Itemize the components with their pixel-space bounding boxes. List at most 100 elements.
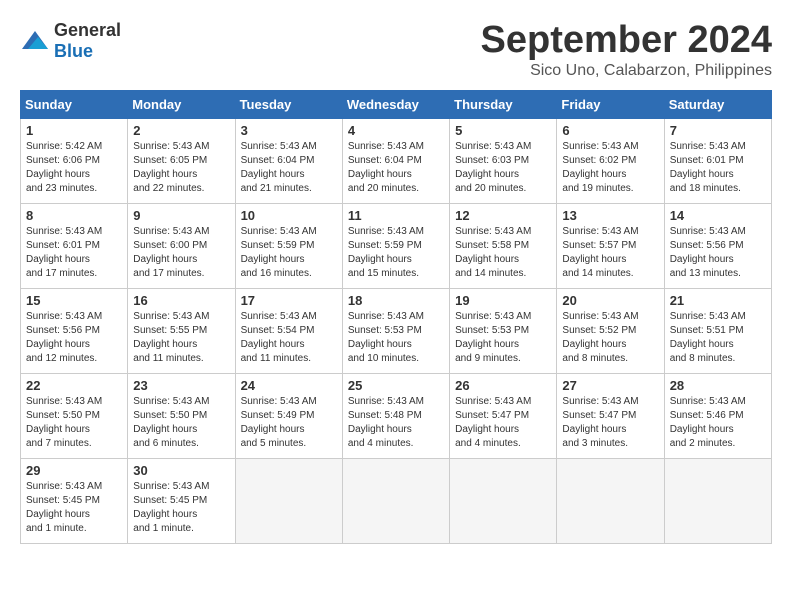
calendar-table: Sunday Monday Tuesday Wednesday Thursday…: [20, 90, 772, 544]
calendar-week-5: 29 Sunrise: 5:43 AMSunset: 5:45 PMDayligh…: [21, 458, 772, 543]
table-row: 20 Sunrise: 5:43 AMSunset: 5:52 PMDayligh…: [557, 288, 664, 373]
day-info: Sunrise: 5:43 AMSunset: 5:50 PMDaylight …: [26, 395, 122, 451]
table-row: 11Sunrise: 5:43 AMSunset: 5:59 PMDayligh…: [342, 203, 449, 288]
day-info: Sunrise: 5:42 AMSunset: 6:06 PMDaylight …: [26, 140, 122, 196]
day-info: Sunrise: 5:43 AMSunset: 5:46 PMDaylight …: [670, 395, 766, 451]
day-number: 3: [241, 123, 337, 138]
logo-general: General: [54, 20, 121, 40]
table-row: 14Sunrise: 5:43 AMSunset: 5:56 PMDayligh…: [664, 203, 771, 288]
month-title: September 2024: [481, 20, 773, 62]
day-number: 4: [348, 123, 444, 138]
day-number: 5: [455, 123, 551, 138]
day-number: 13: [562, 208, 658, 223]
day-info: Sunrise: 5:43 AMSunset: 5:59 PMDaylight …: [348, 225, 444, 281]
day-info: Sunrise: 5:43 AMSunset: 5:51 PMDaylight …: [670, 310, 766, 366]
table-row: 22 Sunrise: 5:43 AMSunset: 5:50 PMDayligh…: [21, 373, 128, 458]
calendar-week-4: 22 Sunrise: 5:43 AMSunset: 5:50 PMDayligh…: [21, 373, 772, 458]
table-row: 12 Sunrise: 5:43 AMSunset: 5:58 PMDayligh…: [450, 203, 557, 288]
day-info: Sunrise: 5:43 AMSunset: 5:50 PMDaylight …: [133, 395, 229, 451]
day-info: Sunrise: 5:43 AMSunset: 5:57 PMDaylight …: [562, 225, 658, 281]
table-row: 27 Sunrise: 5:43 AMSunset: 5:47 PMDayligh…: [557, 373, 664, 458]
table-row: 18 Sunrise: 5:43 AMSunset: 5:53 PMDayligh…: [342, 288, 449, 373]
day-number: 28: [670, 378, 766, 393]
table-row: 5Sunrise: 5:43 AMSunset: 6:03 PMDaylight…: [450, 118, 557, 203]
day-info: Sunrise: 5:43 AMSunset: 6:00 PMDaylight …: [133, 225, 229, 281]
table-row: 16 Sunrise: 5:43 AMSunset: 5:55 PMDayligh…: [128, 288, 235, 373]
table-row: 19 Sunrise: 5:43 AMSunset: 5:53 PMDayligh…: [450, 288, 557, 373]
table-row: [235, 458, 342, 543]
day-number: 23: [133, 378, 229, 393]
day-number: 27: [562, 378, 658, 393]
table-row: 3 Sunrise: 5:43 AMSunset: 6:04 PMDaylight…: [235, 118, 342, 203]
day-info: Sunrise: 5:43 AMSunset: 5:45 PMDaylight …: [133, 480, 229, 536]
day-info: Sunrise: 5:43 AMSunset: 5:47 PMDaylight …: [562, 395, 658, 451]
day-number: 20: [562, 293, 658, 308]
table-row: 4 Sunrise: 5:43 AMSunset: 6:04 PMDaylight…: [342, 118, 449, 203]
col-sunday: Sunday: [21, 90, 128, 118]
day-number: 16: [133, 293, 229, 308]
table-row: 15 Sunrise: 5:43 AMSunset: 5:56 PMDayligh…: [21, 288, 128, 373]
table-row: [342, 458, 449, 543]
table-row: 2 Sunrise: 5:43 AMSunset: 6:05 PMDaylight…: [128, 118, 235, 203]
col-thursday: Thursday: [450, 90, 557, 118]
day-number: 24: [241, 378, 337, 393]
day-number: 25: [348, 378, 444, 393]
day-number: 29: [26, 463, 122, 478]
table-row: [557, 458, 664, 543]
calendar-week-3: 15 Sunrise: 5:43 AMSunset: 5:56 PMDayligh…: [21, 288, 772, 373]
day-number: 9: [133, 208, 229, 223]
day-info: Sunrise: 5:43 AMSunset: 5:45 PMDaylight …: [26, 480, 122, 536]
day-number: 30: [133, 463, 229, 478]
day-number: 22: [26, 378, 122, 393]
day-info: Sunrise: 5:43 AMSunset: 5:49 PMDaylight …: [241, 395, 337, 451]
day-info: Sunrise: 5:43 AMSunset: 5:55 PMDaylight …: [133, 310, 229, 366]
day-info: Sunrise: 5:43 AMSunset: 6:04 PMDaylight …: [241, 140, 337, 196]
header-row: Sunday Monday Tuesday Wednesday Thursday…: [21, 90, 772, 118]
day-info: Sunrise: 5:43 AMSunset: 6:01 PMDaylight …: [670, 140, 766, 196]
table-row: 24 Sunrise: 5:43 AMSunset: 5:49 PMDayligh…: [235, 373, 342, 458]
day-number: 26: [455, 378, 551, 393]
logo: General Blue: [20, 20, 121, 62]
day-info: Sunrise: 5:43 AMSunset: 6:05 PMDaylight …: [133, 140, 229, 196]
day-number: 12: [455, 208, 551, 223]
day-number: 15: [26, 293, 122, 308]
table-row: 17 Sunrise: 5:43 AMSunset: 5:54 PMDayligh…: [235, 288, 342, 373]
day-number: 21: [670, 293, 766, 308]
table-row: 6 Sunrise: 5:43 AMSunset: 6:02 PMDaylight…: [557, 118, 664, 203]
col-monday: Monday: [128, 90, 235, 118]
day-number: 2: [133, 123, 229, 138]
day-number: 1: [26, 123, 122, 138]
col-friday: Friday: [557, 90, 664, 118]
table-row: 30 Sunrise: 5:43 AMSunset: 5:45 PMDayligh…: [128, 458, 235, 543]
table-row: 13 Sunrise: 5:43 AMSunset: 5:57 PMDayligh…: [557, 203, 664, 288]
day-info: Sunrise: 5:43 AMSunset: 6:02 PMDaylight …: [562, 140, 658, 196]
day-number: 7: [670, 123, 766, 138]
day-info: Sunrise: 5:43 AMSunset: 5:56 PMDaylight …: [26, 310, 122, 366]
day-info: Sunrise: 5:43 AMSunset: 5:59 PMDaylight …: [241, 225, 337, 281]
calendar-week-2: 8 Sunrise: 5:43 AMSunset: 6:01 PMDaylight…: [21, 203, 772, 288]
day-number: 8: [26, 208, 122, 223]
day-number: 17: [241, 293, 337, 308]
day-info: Sunrise: 5:43 AMSunset: 5:53 PMDaylight …: [348, 310, 444, 366]
calendar-week-1: 1 Sunrise: 5:42 AMSunset: 6:06 PMDaylight…: [21, 118, 772, 203]
title-area: September 2024 Sico Uno, Calabarzon, Phi…: [481, 20, 773, 80]
table-row: 9 Sunrise: 5:43 AMSunset: 6:00 PMDaylight…: [128, 203, 235, 288]
header: General Blue September 2024 Sico Uno, Ca…: [20, 20, 772, 80]
day-number: 6: [562, 123, 658, 138]
day-info: Sunrise: 5:43 AMSunset: 6:04 PMDaylight …: [348, 140, 444, 196]
col-saturday: Saturday: [664, 90, 771, 118]
table-row: [450, 458, 557, 543]
day-info: Sunrise: 5:43 AMSunset: 5:53 PMDaylight …: [455, 310, 551, 366]
table-row: 8 Sunrise: 5:43 AMSunset: 6:01 PMDaylight…: [21, 203, 128, 288]
day-info: Sunrise: 5:43 AMSunset: 5:54 PMDaylight …: [241, 310, 337, 366]
table-row: 23 Sunrise: 5:43 AMSunset: 5:50 PMDayligh…: [128, 373, 235, 458]
day-info: Sunrise: 5:43 AMSunset: 5:58 PMDaylight …: [455, 225, 551, 281]
day-info: Sunrise: 5:43 AMSunset: 6:01 PMDaylight …: [26, 225, 122, 281]
table-row: 7 Sunrise: 5:43 AMSunset: 6:01 PMDaylight…: [664, 118, 771, 203]
day-info: Sunrise: 5:43 AMSunset: 5:52 PMDaylight …: [562, 310, 658, 366]
table-row: 26Sunrise: 5:43 AMSunset: 5:47 PMDayligh…: [450, 373, 557, 458]
table-row: 21 Sunrise: 5:43 AMSunset: 5:51 PMDayligh…: [664, 288, 771, 373]
day-number: 18: [348, 293, 444, 308]
day-number: 19: [455, 293, 551, 308]
table-row: 25Sunrise: 5:43 AMSunset: 5:48 PMDayligh…: [342, 373, 449, 458]
